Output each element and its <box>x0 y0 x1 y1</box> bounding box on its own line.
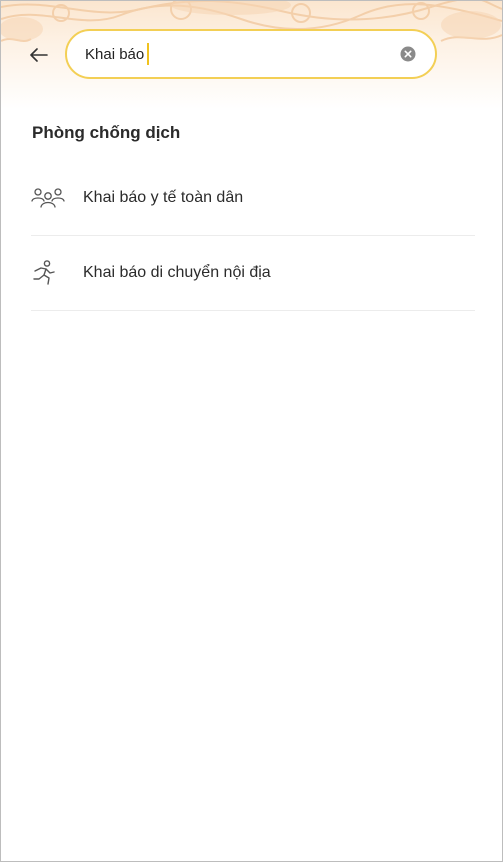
clear-search-button[interactable] <box>399 45 417 63</box>
list-item-label: Khai báo y tế toàn dân <box>83 189 244 206</box>
results-list: Khai báo y tế toàn dân Khai báo di chuyể… <box>31 161 475 311</box>
back-button[interactable] <box>25 41 53 69</box>
list-item-label: Khai báo di chuyển nội địa <box>83 264 271 281</box>
text-cursor <box>147 43 150 65</box>
search-screen: Khai báo Phòng chống dịch Khai báo y tế … <box>0 0 503 862</box>
running-person-icon <box>31 259 65 287</box>
search-input[interactable]: Khai báo <box>85 46 144 63</box>
list-item[interactable]: Khai báo y tế toàn dân <box>31 161 475 236</box>
section-title: Phòng chống dịch <box>32 123 181 142</box>
search-field[interactable]: Khai báo <box>65 29 437 79</box>
search-bar-row: Khai báo <box>1 29 502 81</box>
list-item[interactable]: Khai báo di chuyển nội địa <box>31 236 475 311</box>
arrow-left-icon <box>30 48 48 62</box>
people-group-icon <box>31 184 65 212</box>
clear-circle-icon <box>400 46 416 62</box>
